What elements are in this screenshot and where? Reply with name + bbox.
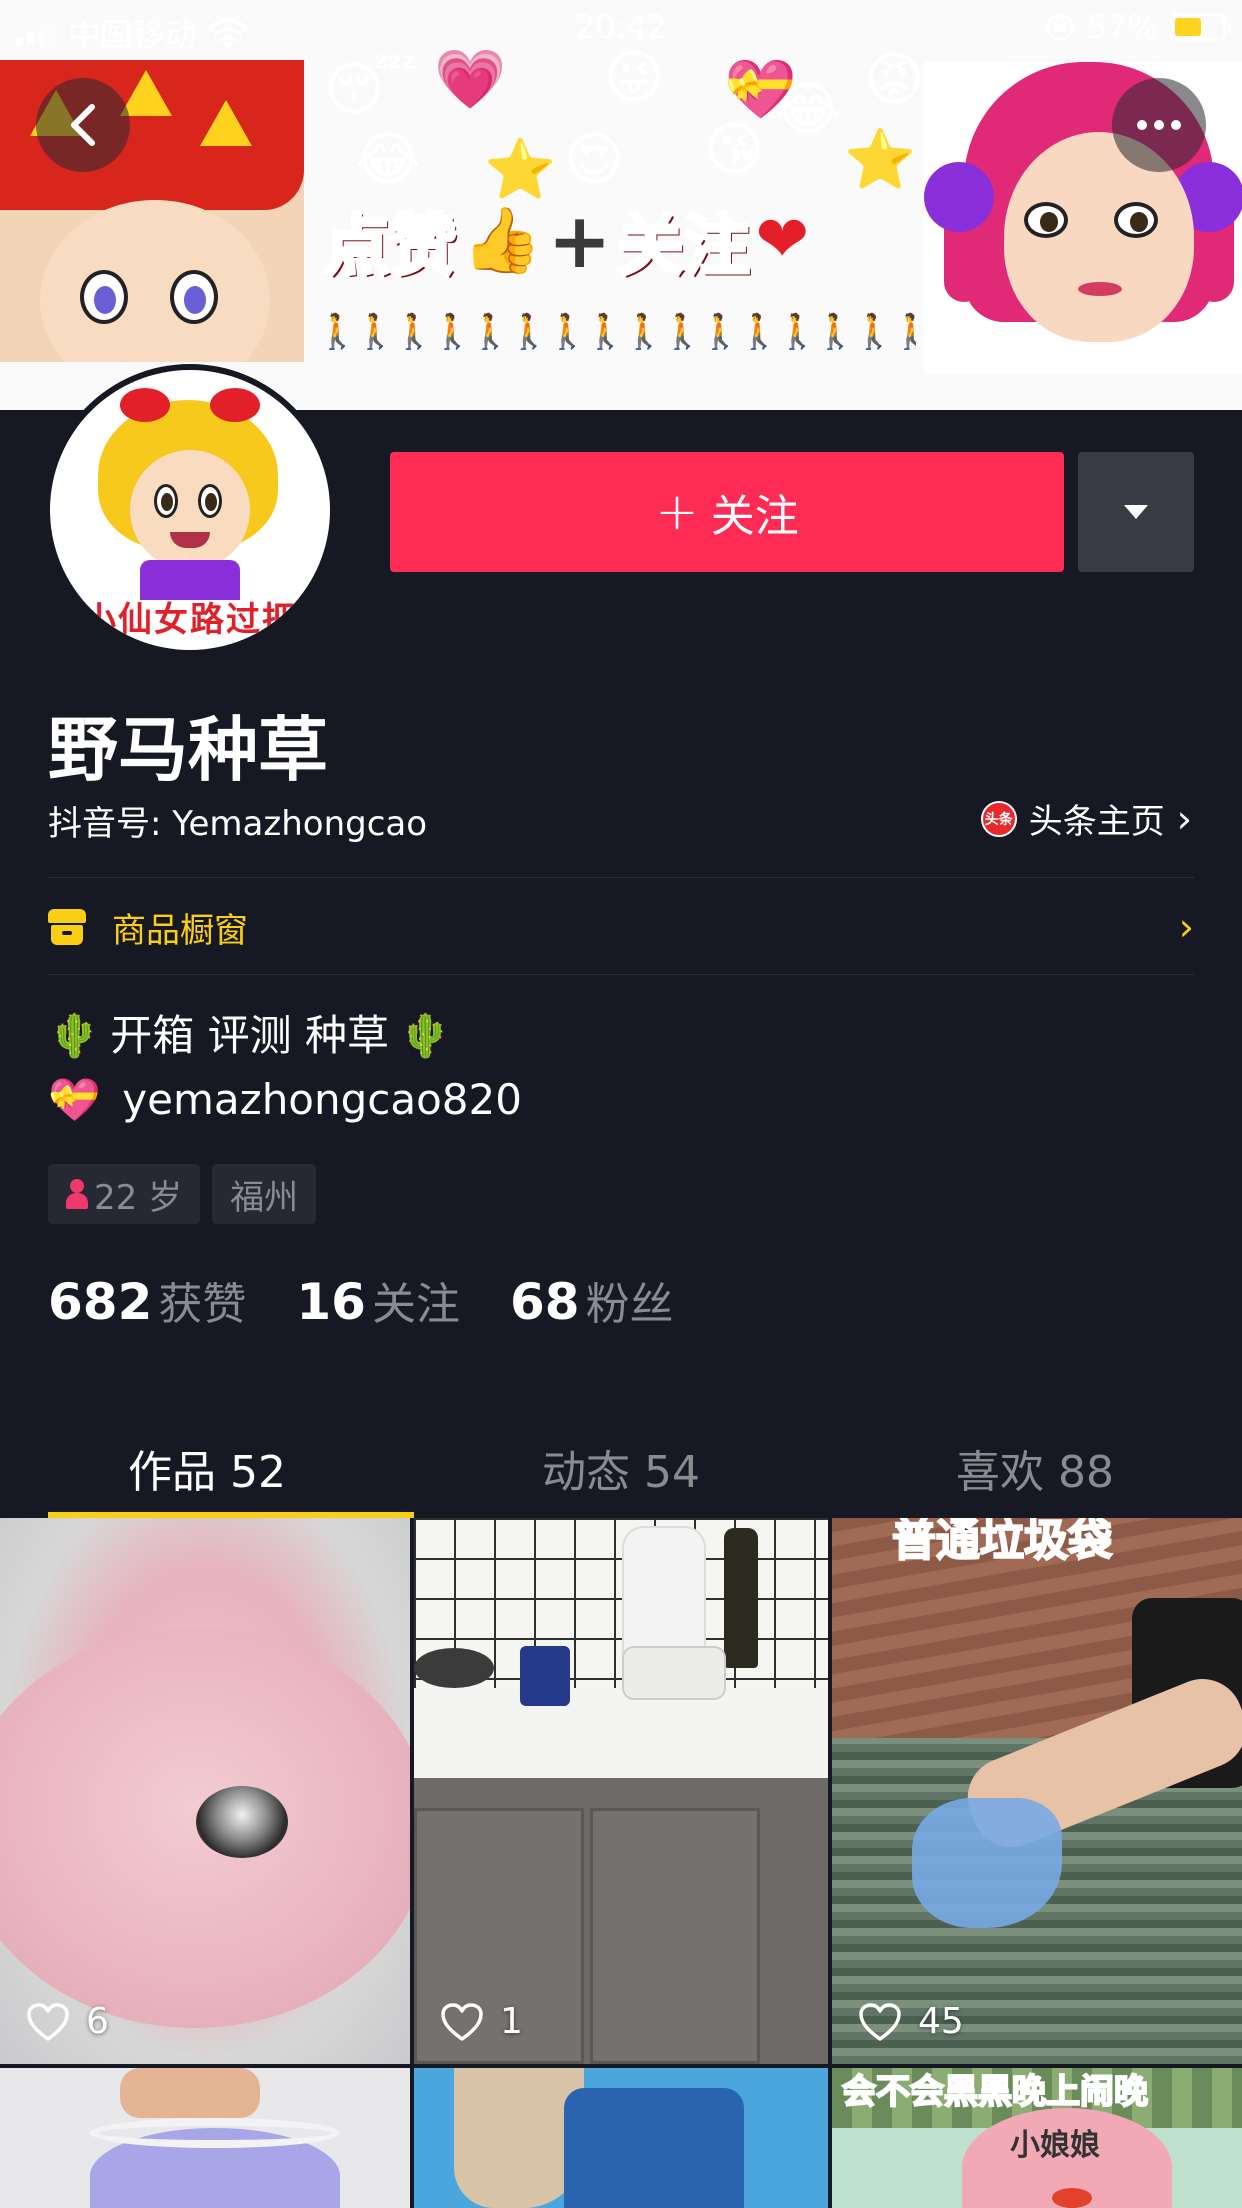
video-caption: 会不会黑黑晚上闹晚 [841,2071,1149,2113]
cactus-icon: 🌵 [48,1011,101,1060]
female-icon [66,1179,88,1209]
banner-emoji-cluster: 😴 💗 😜 💝 😂 😡 😂 ⭐ 😍 😘 ⭐ [324,43,929,203]
toutiao-icon: 头条 [980,800,1017,837]
profile-banner[interactable]: 😴 💗 😜 💝 😂 😡 😂 ⭐ 😍 😘 ⭐ 点赞 👍 + 关注 ❤ 🚶🚶🚶🚶🚶🚶… [0,0,1242,410]
tab-likes[interactable]: 喜欢 88 [828,1418,1242,1518]
content-tabs: 作品 52 动态 54 喜欢 88 [0,1418,1242,1518]
likes-count: 682 [48,1273,153,1331]
location-tag-label: 福州 [230,1177,299,1218]
video-likes: 1 [440,2001,523,2042]
video-thumbnail[interactable]: 1 [414,1518,828,2064]
plus-icon: + [655,482,699,542]
more-dots-icon [1137,120,1181,130]
followers-stat[interactable]: 68 粉丝 [510,1268,674,1332]
video-thumbnail[interactable]: 小娘娘 会不会黑黑晚上闹晚 [832,2068,1242,2208]
likes-stat[interactable]: 682 获赞 [48,1268,246,1332]
age-tag: 22 岁 [48,1164,201,1224]
location-tag: 福州 [212,1164,317,1224]
product-showcase-label: 商品橱窗 [112,910,248,951]
video-likes: 45 [858,2001,964,2042]
following-label: 关注 [371,1279,460,1330]
cactus-icon: 🌵 [399,1011,452,1060]
banner-title-like: 点赞 [322,205,458,286]
avatar[interactable]: 小仙女路过把 [44,364,336,656]
banner-title-plus: + [547,195,612,285]
toutiao-homepage-link[interactable]: 头条 头条主页 › [980,794,1192,843]
avatar-caption: 小仙女路过把 [82,600,298,640]
caret-down-icon [1124,505,1148,519]
back-button[interactable] [36,78,130,172]
chevron-right-icon: › [1178,905,1194,949]
battery-icon [1170,13,1231,41]
douyin-id: 抖音号: Yemazhongcao [48,804,428,844]
likes-label: 获赞 [158,1279,247,1330]
video-thumbnail[interactable]: 普通垃圾袋 45 [832,1518,1242,2064]
product-showcase-row[interactable]: 商品橱窗 › [48,904,1194,951]
heart-outline-icon [859,2002,901,2041]
recommend-dropdown-button[interactable] [1078,452,1194,572]
tab-activity[interactable]: 动态 54 [414,1418,828,1518]
video-like-count: 45 [918,2001,964,2042]
video-like-count: 6 [86,2001,109,2042]
tab-works[interactable]: 作品 52 [0,1418,414,1518]
shop-icon [48,909,86,945]
video-thumbnail[interactable] [414,2068,828,2208]
profile-bio: 🌵 开箱 评测 种草 🌵 💝 yemazhongcao820 [48,1004,522,1132]
rotation-lock-icon [1046,13,1074,41]
followers-label: 粉丝 [585,1279,674,1330]
thumbs-up-icon: 👍 [462,203,542,278]
video-thumbnail[interactable] [0,2068,410,2208]
banner-title-follow: 关注 [615,205,751,286]
video-thumbnail[interactable]: 6 [0,1518,410,2064]
followers-count: 68 [509,1273,580,1331]
battery-percent: 57% [1086,8,1158,46]
heart-outline-icon [27,2002,69,2041]
toutiao-link-label: 头条主页 [1028,802,1165,842]
heart-icon: ❤ [755,203,809,277]
more-button[interactable] [1112,78,1206,172]
profile-tags: 22 岁 福州 [48,1164,317,1224]
following-count: 16 [296,1273,366,1331]
video-image-label: 小娘娘 [1010,2128,1100,2163]
gift-heart-icon: 💝 [48,1075,101,1124]
divider [48,877,1194,878]
video-like-count: 1 [500,2001,523,2042]
bio-line-1: 开箱 评测 种草 [110,1011,389,1060]
banner-walking-figures: 🚶🚶🚶🚶🚶🚶🚶🚶🚶🚶🚶🚶🚶🚶🚶🚶🚶🚶 [316,312,916,352]
banner-center-art: 😴 💗 😜 💝 😂 😡 😂 ⭐ 😍 😘 ⭐ 点赞 👍 + 关注 ❤ 🚶🚶🚶🚶🚶🚶… [304,32,924,372]
bio-line-2: yemazhongcao820 [122,1075,522,1124]
status-bar: 中国移动 20:42 57% [0,0,1242,56]
age-tag-label: 22 岁 [94,1177,183,1218]
heart-outline-icon [441,2002,483,2041]
profile-nickname: 野马种草 [48,709,328,791]
follow-button-label: 关注 [710,491,799,542]
chevron-left-icon [71,104,95,146]
follow-button[interactable]: + 关注 [390,452,1064,572]
banner-title: 点赞 👍 + 关注 ❤ [322,196,924,287]
video-caption: 普通垃圾袋 [891,1518,1113,1567]
video-likes: 6 [26,2001,109,2042]
video-grid: 6 1 普通垃圾袋 45 小娘娘 会不会黑黑晚上闹晚 [0,1518,1242,2208]
divider [48,974,1194,975]
following-stat[interactable]: 16 关注 [296,1268,460,1332]
chevron-right-icon: › [1176,796,1192,841]
profile-stats: 682 获赞 16 关注 68 粉丝 [48,1268,674,1332]
avatar-image: 小仙女路过把 [50,370,330,650]
